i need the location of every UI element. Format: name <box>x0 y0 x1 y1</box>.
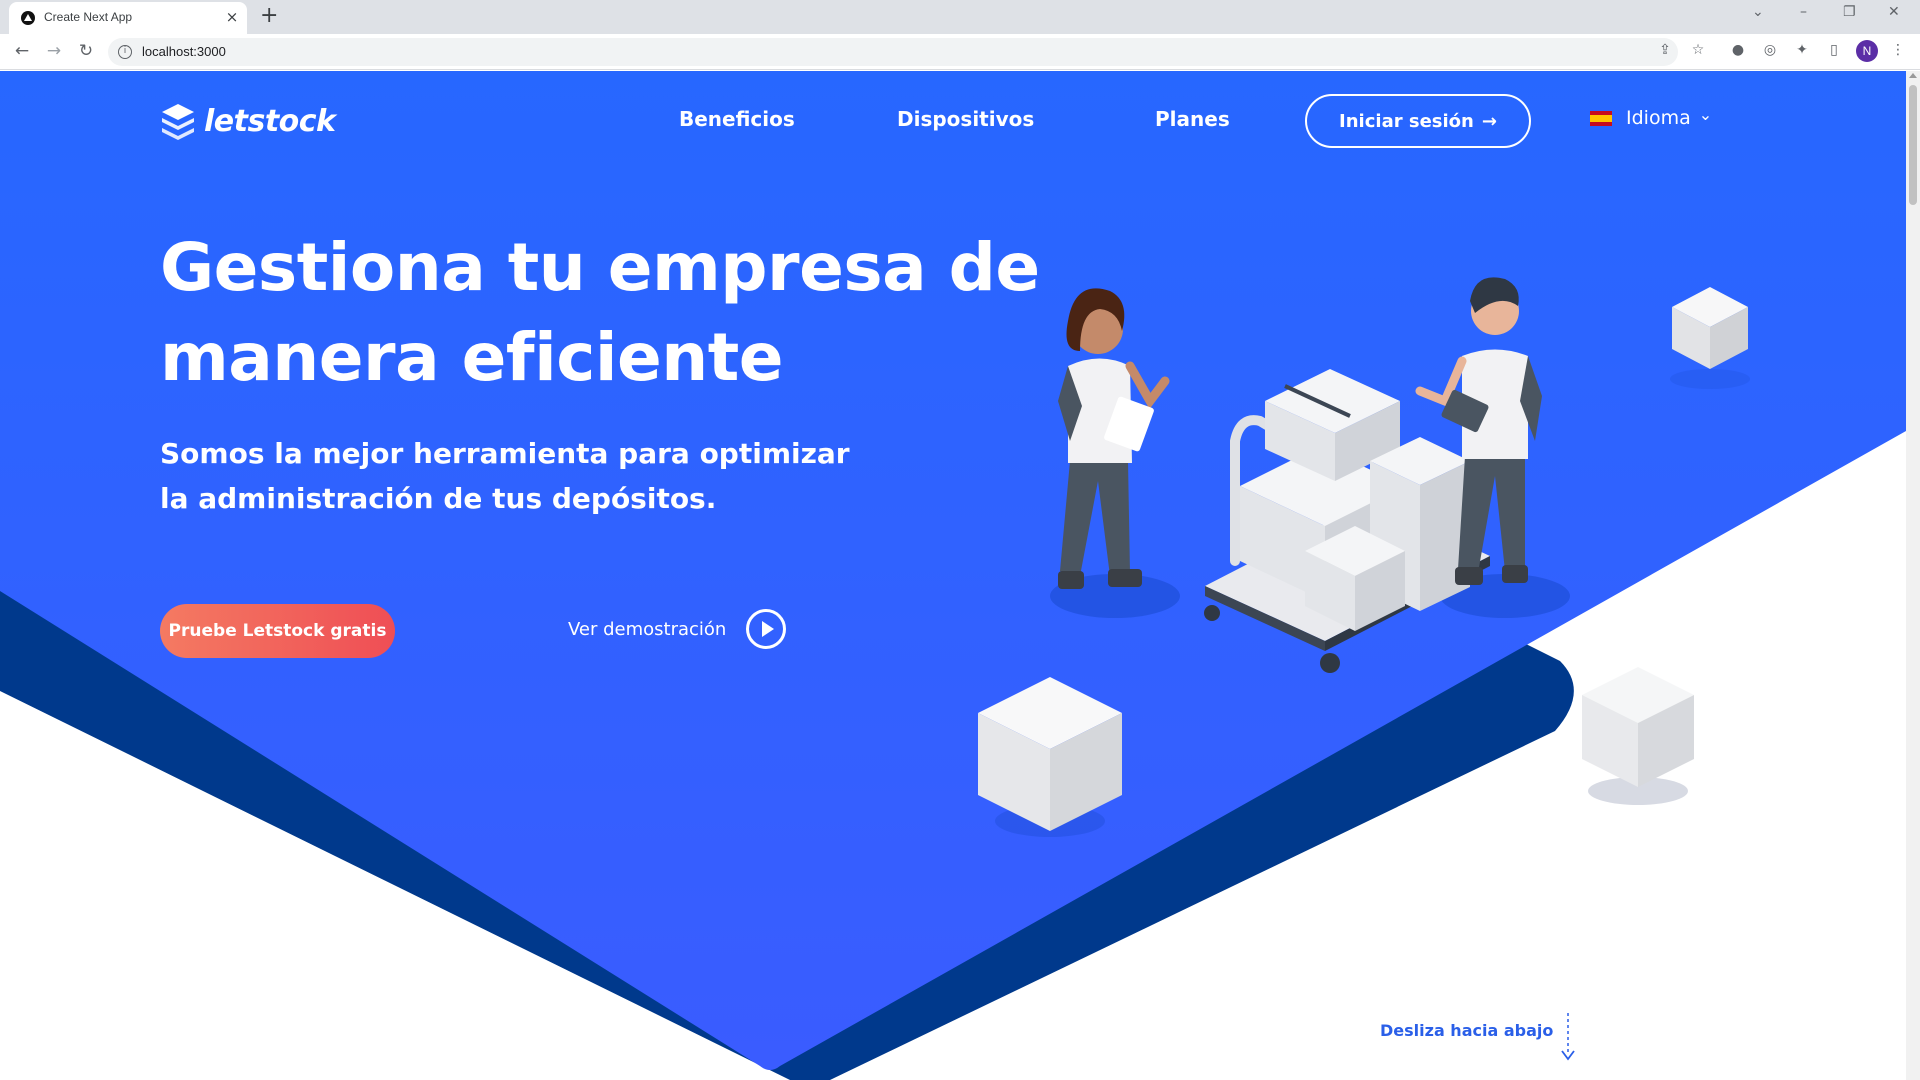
cube-bottom-right <box>1582 667 1694 805</box>
extension-icon[interactable]: ✦ <box>1792 42 1812 62</box>
sidepanel-icon[interactable]: ▯ <box>1824 42 1844 62</box>
browser-tab-bar: Create Next App × + ⌄ – ❐ ✕ <box>0 0 1920 34</box>
hero-headline: Gestiona tu empresa de manera eficiente <box>160 223 1060 403</box>
back-icon[interactable]: ← <box>11 41 33 61</box>
address-bar[interactable]: i localhost:3000 <box>108 38 1678 66</box>
nav-link-beneficios[interactable]: Beneficios <box>679 107 795 131</box>
cube-top-right <box>1670 287 1750 389</box>
browser-menu-icon[interactable]: ⋮ <box>1888 42 1908 62</box>
reload-icon[interactable]: ↻ <box>75 41 97 61</box>
page-scrollbar[interactable] <box>1906 71 1920 1080</box>
play-icon <box>746 609 787 649</box>
arrow-right-icon: → <box>1481 110 1497 132</box>
close-window-button[interactable]: ✕ <box>1888 4 1900 20</box>
adblock-extension-icon[interactable]: ● <box>1728 42 1748 62</box>
nav-link-planes[interactable]: Planes <box>1155 107 1230 131</box>
restore-button[interactable]: ❐ <box>1843 4 1856 20</box>
url-text: localhost:3000 <box>142 44 226 59</box>
tab-title: Create Next App <box>44 10 133 24</box>
flag-spain-icon <box>1590 110 1612 126</box>
brand-name: letstock <box>204 103 336 139</box>
new-tab-button[interactable]: + <box>260 3 278 28</box>
scroll-up-icon[interactable] <box>1909 73 1917 78</box>
hero-headline-line1: Gestiona tu empresa de <box>160 229 1040 306</box>
warehouse-illustration <box>978 277 1750 837</box>
watch-demo-button[interactable]: Ver demostración <box>568 609 787 649</box>
scroll-down-hint[interactable]: Desliza hacia abajo <box>1380 1021 1553 1040</box>
hero-headline-line2: manera eficiente <box>160 319 784 396</box>
brand-logo[interactable]: letstock <box>160 101 336 141</box>
language-selector[interactable]: Idioma ⌄ <box>1590 104 1713 129</box>
browser-tab[interactable]: Create Next App × <box>9 2 247 34</box>
arrow-down-icon[interactable] <box>1560 1013 1576 1063</box>
star-icon[interactable]: ☆ <box>1688 42 1708 62</box>
forward-icon[interactable]: → <box>43 41 65 61</box>
cube-bottom-left <box>978 677 1122 837</box>
logo-stack-icon <box>162 104 194 140</box>
tab-search-icon[interactable]: ⌄ <box>1752 4 1764 20</box>
hero-subline: Somos la mejor herramienta para optimiza… <box>160 437 850 515</box>
extension-circle-icon[interactable]: ◎ <box>1760 42 1780 62</box>
share-icon[interactable]: ⇪ <box>1655 42 1675 62</box>
nextjs-favicon-icon <box>21 11 35 25</box>
profile-avatar[interactable]: N <box>1856 40 1878 62</box>
nav-link-dispositivos[interactable]: Dispositivos <box>897 107 1034 131</box>
watch-demo-label: Ver demostración <box>568 618 727 640</box>
login-button-label: Iniciar sesión <box>1339 110 1474 132</box>
info-icon[interactable]: i <box>118 45 132 59</box>
chevron-down-icon: ⌄ <box>1698 104 1713 124</box>
scroll-thumb[interactable] <box>1909 85 1917 205</box>
minimize-button[interactable]: – <box>1800 4 1807 20</box>
tab-close-icon[interactable]: × <box>223 8 241 26</box>
language-label: Idioma <box>1626 107 1691 129</box>
worker-woman <box>1058 288 1170 589</box>
login-button[interactable]: Iniciar sesión → <box>1305 94 1531 148</box>
browser-toolbar: ← → ↻ i localhost:3000 ⇪ ☆ ● ◎ ✦ ▯ ⋮ <box>0 34 1920 70</box>
page-viewport: letstock Beneficios Dispositivos Planes … <box>0 71 1906 1080</box>
try-free-button[interactable]: Pruebe Letstock gratis <box>160 604 395 658</box>
